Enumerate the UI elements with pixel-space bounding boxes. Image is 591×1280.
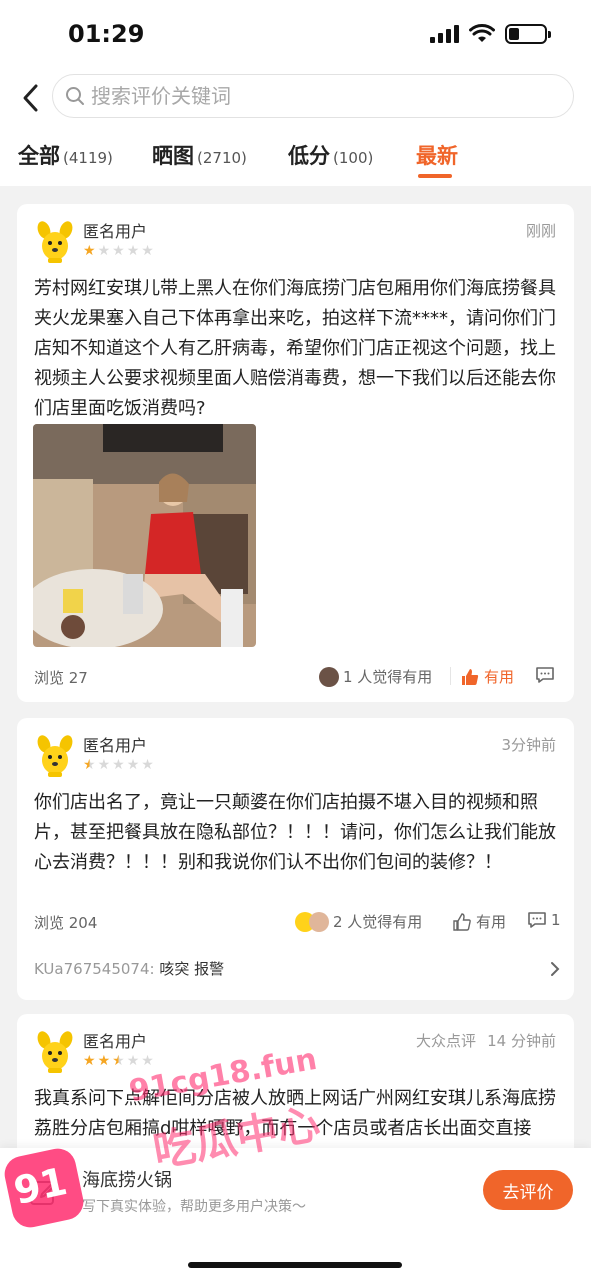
reply-preview[interactable]: KUa767545074: 咳突 报警 <box>34 958 560 979</box>
review-text[interactable]: 芳村网红安琪儿带上黑人在你们海底捞门店包厢用你们海底捞餐具夹火龙果塞入自己下体再… <box>34 274 560 424</box>
review-card[interactable]: 匿名用户 ★ ★ ★ ★ ★ 刚刚 芳村网红安琪儿带上黑人在你们海底捞门店包厢用… <box>17 204 574 702</box>
user-name[interactable]: 匿名用户 <box>83 218 147 242</box>
comment-button[interactable] <box>535 666 555 684</box>
filter-tabs: 全部 (4119) 晒图 (2710) 低分 (100) 最新 <box>0 126 591 186</box>
tab-photos[interactable]: 晒图 (2710) <box>152 140 247 170</box>
battery-icon <box>505 24 551 44</box>
tab-count: (4119) <box>63 149 113 167</box>
star-rating: ★ ★ ★ ★ ★ <box>83 1054 154 1068</box>
avatar[interactable] <box>35 220 75 264</box>
star-rating: ★ ★ ★ ★ ★ <box>83 758 154 772</box>
star-icon: ★ <box>126 757 140 773</box>
wifi-icon <box>469 24 495 42</box>
home-indicator <box>188 1262 402 1268</box>
user-name[interactable]: 匿名用户 <box>83 732 147 756</box>
star-half-icon: ★ <box>112 1053 125 1069</box>
reply-text: 咳突 报警 <box>159 960 225 978</box>
divider <box>450 667 451 685</box>
useful-button[interactable]: 有用 <box>461 666 514 687</box>
useful-count: 2 人觉得有用 <box>333 913 423 931</box>
chevron-right-icon <box>551 961 560 976</box>
bottom-review-bar: 海底捞火锅 写下真实体验，帮助更多用户决策～ 去评价 <box>0 1148 591 1280</box>
star-icon: ★ <box>126 1053 140 1069</box>
chevron-left-icon <box>23 84 38 112</box>
star-icon: ★ <box>83 1053 96 1069</box>
view-count: 浏览 27 <box>34 669 88 687</box>
tab-label: 最新 <box>416 144 458 168</box>
tab-label: 低分 <box>288 144 330 168</box>
comment-button[interactable]: 1 <box>527 911 561 929</box>
status-bar: 01:29 <box>0 0 591 70</box>
search-input[interactable] <box>91 84 521 108</box>
useful-info: 2 人觉得有用 <box>295 911 422 932</box>
status-time: 01:29 <box>68 20 145 48</box>
shop-name: 海底捞火锅 <box>82 1170 172 1191</box>
star-icon: ★ <box>83 243 96 259</box>
tab-all[interactable]: 全部 (4119) <box>18 140 113 170</box>
search-icon <box>66 87 84 105</box>
useful-count: 1 人觉得有用 <box>343 668 433 686</box>
thumbs-up-icon <box>453 912 471 931</box>
user-name[interactable]: 匿名用户 <box>83 1028 147 1052</box>
review-card[interactable]: 匿名用户 ★ ★ ★ ★ ★ 3分钟前 你们店出名了，竟让一只颠婆在你们店拍摄不… <box>17 718 574 1000</box>
star-icon: ★ <box>112 757 125 773</box>
avatar <box>309 911 329 932</box>
review-time: 刚刚 <box>525 222 556 240</box>
comment-icon <box>536 667 554 683</box>
review-time: 14 分钟前 <box>487 1032 556 1050</box>
star-icon: ★ <box>141 757 154 773</box>
review-photo[interactable] <box>33 424 256 647</box>
useful-info: 1 人觉得有用 <box>319 666 432 687</box>
search-header <box>0 70 591 126</box>
active-tab-indicator <box>418 174 452 178</box>
tab-latest[interactable]: 最新 <box>416 140 458 178</box>
reply-user: KUa767545074: <box>34 960 155 978</box>
useful-label: 有用 <box>476 913 507 931</box>
star-icon: ★ <box>97 243 111 259</box>
review-text[interactable]: 你们店出名了，竟让一只颠婆在你们店拍摄不堪入目的视频和照片，甚至把餐具放在隐私部… <box>34 788 560 878</box>
comment-icon <box>528 912 546 928</box>
tab-low-score[interactable]: 低分 (100) <box>288 140 373 170</box>
back-button[interactable] <box>14 78 46 118</box>
star-icon: ★ <box>112 243 125 259</box>
star-icon: ★ <box>141 243 154 259</box>
tab-count: (2710) <box>197 149 247 167</box>
useful-button[interactable]: 有用 <box>453 911 506 932</box>
comment-count: 1 <box>551 911 561 929</box>
review-source: 大众点评 <box>415 1032 476 1050</box>
view-count: 浏览 204 <box>34 914 98 932</box>
edit-review-icon <box>30 1180 58 1205</box>
star-icon: ★ <box>97 1053 111 1069</box>
star-half-icon: ★ <box>83 757 96 773</box>
status-icons <box>430 24 551 44</box>
avatar <box>319 666 339 687</box>
tab-label: 晒图 <box>152 144 194 168</box>
photo-image <box>33 424 256 647</box>
useful-label: 有用 <box>484 668 515 686</box>
tab-count: (100) <box>333 149 374 167</box>
signal-icon <box>430 25 459 43</box>
search-box[interactable] <box>52 74 574 118</box>
star-icon: ★ <box>126 243 140 259</box>
star-icon: ★ <box>141 1053 154 1069</box>
write-review-button[interactable]: 去评价 <box>483 1170 573 1210</box>
review-time: 3分钟前 <box>501 736 556 754</box>
review-prompt[interactable]: 写下真实体验，帮助更多用户决策～ <box>82 1196 306 1216</box>
thumbs-up-icon <box>462 668 479 685</box>
star-icon: ★ <box>97 757 111 773</box>
avatar[interactable] <box>35 1030 75 1074</box>
avatar[interactable] <box>35 734 75 778</box>
tab-label: 全部 <box>18 144 60 168</box>
star-rating: ★ ★ ★ ★ ★ <box>83 244 154 258</box>
